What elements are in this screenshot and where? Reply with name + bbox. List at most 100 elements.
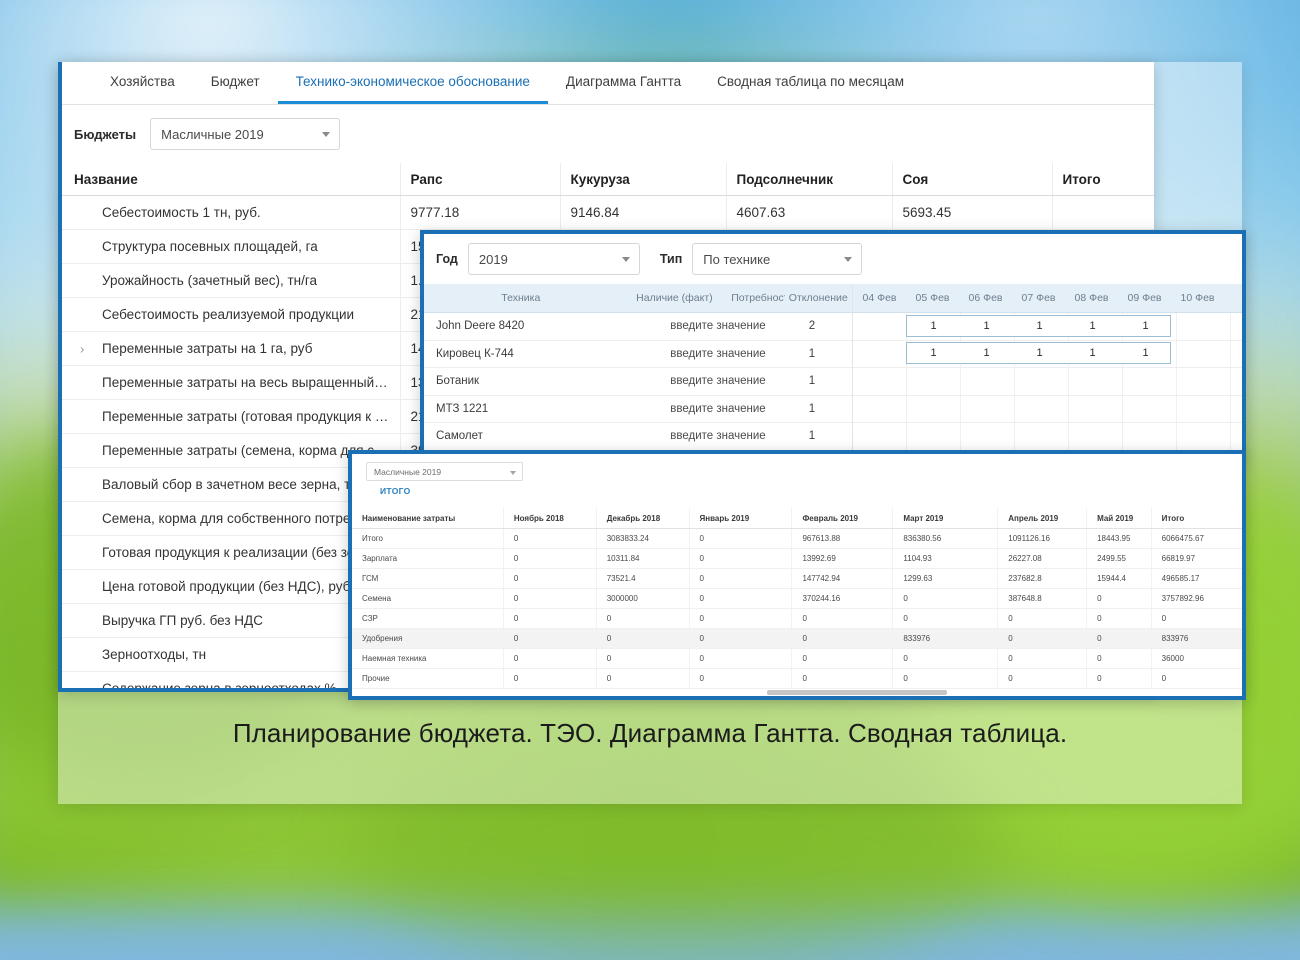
pivot-row-name: Наемная техника — [352, 649, 503, 669]
gantt-timeline-cell[interactable] — [907, 396, 961, 423]
gantt-bar-value: 1 — [1119, 320, 1172, 332]
gantt-row[interactable]: Ботаниквведите значение1 — [424, 368, 852, 396]
gantt-need-value: 2 — [782, 320, 842, 332]
tab-1[interactable]: Бюджет — [193, 62, 278, 104]
type-label: Тип — [660, 252, 682, 266]
pivot-cell: 387648.8 — [998, 589, 1087, 609]
pivot-cell: 0 — [689, 649, 792, 669]
budget-select[interactable]: Масличные 2019 — [150, 118, 340, 150]
pivot-table: Наименование затратыНоябрь 2018Декабрь 2… — [352, 508, 1242, 689]
teo-col-header: Кукуруза — [560, 163, 726, 196]
teo-row-name: Переменные затраты на весь выращенный об… — [62, 366, 400, 400]
gantt-bar[interactable]: 11111 — [906, 315, 1171, 337]
gantt-timeline-cell[interactable] — [1123, 396, 1177, 423]
gantt-timeline-cell[interactable] — [1015, 396, 1069, 423]
tab-3[interactable]: Диаграмма Гантта — [548, 62, 699, 104]
pivot-budget-select[interactable]: Масличные 2019 — [366, 462, 523, 481]
gantt-bar-value: 1 — [1119, 347, 1172, 359]
gantt-timeline-cell[interactable] — [1177, 423, 1231, 450]
gantt-fact-input[interactable]: введите значение — [654, 348, 782, 360]
gantt-need-value: 1 — [782, 375, 842, 387]
pivot-window: Масличные 2019 ИТОГО Наименование затрат… — [348, 450, 1246, 700]
gantt-timeline-cell[interactable] — [1015, 368, 1069, 395]
tab-label: Технико-экономическое обоснование — [296, 74, 530, 89]
pivot-cell: 833976 — [893, 629, 998, 649]
gantt-fact-input[interactable]: введите значение — [654, 375, 782, 387]
tab-0[interactable]: Хозяйства — [92, 62, 193, 104]
gantt-timeline-cell[interactable] — [907, 368, 961, 395]
pivot-cell: 0 — [689, 629, 792, 649]
gantt-row[interactable]: Кировец К-744введите значение1 — [424, 341, 852, 369]
type-select[interactable]: По технике — [692, 243, 862, 275]
pivot-cell: 1299.63 — [893, 569, 998, 589]
pivot-cell: 3083833.24 — [596, 529, 689, 549]
pivot-cell: 66819.97 — [1151, 549, 1242, 569]
gantt-timeline-cell[interactable] — [1177, 368, 1231, 395]
teo-row-name: ›Переменные затраты на 1 га, руб — [62, 332, 400, 366]
gantt-fact-input[interactable]: введите значение — [654, 320, 782, 332]
pivot-cell: 0 — [503, 589, 596, 609]
year-select[interactable]: 2019 — [468, 243, 640, 275]
gantt-timeline-cell[interactable] — [1069, 368, 1123, 395]
pivot-cell: 0 — [998, 629, 1087, 649]
pivot-col-header: Итого — [1151, 508, 1242, 529]
pivot-cell: 0 — [893, 669, 998, 689]
tab-4[interactable]: Сводная таблица по месяцам — [699, 62, 922, 104]
gantt-timeline-cell[interactable] — [853, 313, 907, 340]
scrollbar-thumb[interactable] — [767, 690, 947, 695]
teo-cell: 4607.63 — [726, 196, 892, 230]
gantt-timeline-cell[interactable] — [1123, 423, 1177, 450]
gantt-timeline-cell[interactable] — [1069, 423, 1123, 450]
pivot-cell: 0 — [689, 529, 792, 549]
pivot-row[interactable]: Итого03083833.240967613.88836380.5610911… — [352, 529, 1242, 549]
table-row[interactable]: Себестоимость 1 тн, руб.9777.189146.8446… — [62, 196, 1154, 230]
pivot-cell: 0 — [503, 569, 596, 589]
gantt-timeline-cell[interactable] — [853, 368, 907, 395]
gantt-timeline-cell[interactable] — [1177, 396, 1231, 423]
chevron-right-icon[interactable]: › — [80, 341, 84, 356]
gantt-timeline-cell[interactable] — [853, 423, 907, 450]
pivot-row[interactable]: Прочие00000000 — [352, 669, 1242, 689]
gantt-timeline-cell[interactable] — [1177, 341, 1231, 368]
gantt-timeline-cell[interactable] — [1015, 423, 1069, 450]
gantt-col-header: Отклонение — [785, 292, 852, 304]
pivot-row[interactable]: СЗР00000000 — [352, 609, 1242, 629]
gantt-timeline-cell[interactable] — [907, 423, 961, 450]
gantt-bar-value: 1 — [960, 347, 1013, 359]
gantt-bar[interactable]: 11111 — [906, 342, 1171, 364]
gantt-timeline-cell[interactable] — [961, 423, 1015, 450]
pivot-cell: 0 — [998, 649, 1087, 669]
tab-2[interactable]: Технико-экономическое обоснование — [278, 62, 548, 104]
gantt-machine-name: Самолет — [424, 430, 654, 442]
pivot-row[interactable]: ГСМ073521.40147742.941299.63237682.81594… — [352, 569, 1242, 589]
gantt-timeline-cell[interactable] — [853, 341, 907, 368]
chevron-down-icon — [844, 257, 852, 262]
gantt-row[interactable]: МТЗ 1221введите значение1 — [424, 396, 852, 424]
gantt-timeline-pane[interactable]: 04 Фев05 Фев06 Фев07 Фев08 Фев09 Фев10 Ф… — [853, 284, 1242, 450]
gantt-timeline-cell[interactable] — [1123, 368, 1177, 395]
pivot-col-header: Декабрь 2018 — [596, 508, 689, 529]
pivot-row[interactable]: Семена030000000370244.160387648.80375789… — [352, 589, 1242, 609]
gantt-timeline-row[interactable] — [853, 368, 1242, 396]
gantt-fact-input[interactable]: введите значение — [654, 430, 782, 442]
gantt-day-header-cell: 08 Фев — [1065, 292, 1118, 304]
teo-col-header: Рапс — [400, 163, 560, 196]
pivot-cell: 0 — [1087, 629, 1152, 649]
pivot-row[interactable]: Наемная техника000000036000 — [352, 649, 1242, 669]
gantt-machine-name: Ботаник — [424, 375, 654, 387]
pivot-row[interactable]: Удобрения000083397600833976 — [352, 629, 1242, 649]
gantt-timeline-cell[interactable] — [853, 396, 907, 423]
gantt-timeline-row[interactable] — [853, 423, 1242, 450]
pivot-horizontal-scrollbar[interactable] — [352, 689, 1242, 696]
pivot-row[interactable]: Зарплата010311.84013992.691104.9326227.0… — [352, 549, 1242, 569]
gantt-fact-input[interactable]: введите значение — [654, 403, 782, 415]
gantt-row[interactable]: Самолетвведите значение1 — [424, 423, 852, 451]
pivot-cell: 0 — [1151, 669, 1242, 689]
gantt-timeline-row[interactable] — [853, 396, 1242, 424]
gantt-timeline-cell[interactable] — [961, 368, 1015, 395]
gantt-timeline-cell[interactable] — [961, 396, 1015, 423]
gantt-bar-value: 1 — [1066, 320, 1119, 332]
gantt-timeline-cell[interactable] — [1069, 396, 1123, 423]
gantt-row[interactable]: John Deere 8420введите значение2 — [424, 313, 852, 341]
gantt-timeline-cell[interactable] — [1177, 313, 1231, 340]
